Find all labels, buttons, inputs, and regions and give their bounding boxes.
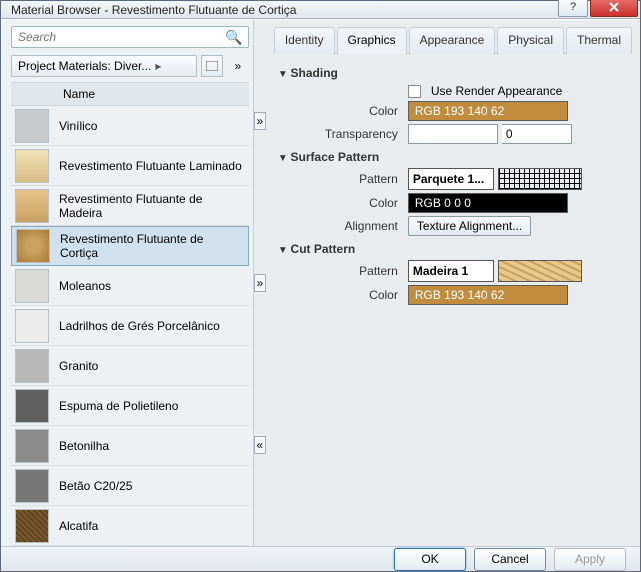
material-item[interactable]: Revestimento Flutuante Laminado	[11, 146, 249, 186]
use-render-label: Use Render Appearance	[431, 84, 562, 98]
surface-color-swatch[interactable]: RGB 0 0 0	[408, 193, 568, 213]
material-thumbnail	[15, 349, 49, 383]
shading-color-swatch[interactable]: RGB 193 140 62	[408, 101, 568, 121]
material-label: Moleanos	[59, 279, 111, 293]
material-label: Betão C20/25	[59, 479, 132, 493]
tab-physical[interactable]: Physical	[497, 27, 564, 54]
transparency-label: Transparency	[278, 127, 408, 141]
window-title: Material Browser - Revestimento Flutuant…	[11, 3, 558, 17]
material-thumbnail	[16, 229, 50, 263]
section-surface-pattern: Surface Pattern	[278, 150, 628, 164]
tab-identity[interactable]: Identity	[274, 27, 335, 54]
section-shading: Shading	[278, 66, 628, 80]
expander-handle-bottom[interactable]: «	[254, 436, 266, 454]
material-item[interactable]: Betão C20/25	[11, 466, 249, 506]
material-item[interactable]: Espuma de Polietileno	[11, 386, 249, 426]
expander-handle-mid[interactable]: »	[254, 274, 266, 292]
cut-color-swatch[interactable]: RGB 193 140 62	[408, 285, 568, 305]
surface-color-text: RGB 0 0 0	[415, 196, 471, 210]
shading-color-text: RGB 193 140 62	[415, 104, 504, 118]
material-item[interactable]: Revestimento Flutuante de Cortiça	[11, 226, 249, 266]
material-list[interactable]: Vinílico Revestimento Flutuante Laminado R…	[11, 106, 249, 546]
help-button[interactable]: ?	[558, 0, 588, 17]
cut-color-text: RGB 193 140 62	[415, 288, 504, 302]
material-label: Granito	[59, 359, 98, 373]
graphics-panel: Shading Use Render Appearance Color RGB …	[274, 54, 632, 546]
tab-appearance[interactable]: Appearance	[409, 27, 496, 54]
material-thumbnail	[15, 189, 49, 223]
cut-color-label: Color	[278, 288, 408, 302]
material-thumbnail	[15, 509, 49, 543]
material-item[interactable]: Granito	[11, 346, 249, 386]
window-buttons: ?	[558, 3, 640, 17]
material-label: Betonilha	[59, 439, 109, 453]
titlebar: Material Browser - Revestimento Flutuant…	[1, 1, 640, 19]
shading-color-label: Color	[278, 104, 408, 118]
expand-button[interactable]: »	[227, 55, 249, 77]
left-panel: 🔍 Project Materials: Diver... ▸ » Name V…	[1, 20, 254, 546]
close-button[interactable]	[590, 0, 638, 17]
chevron-right-icon: ▸	[155, 59, 161, 73]
search-icon: 🔍	[225, 29, 242, 46]
square-icon	[206, 61, 218, 71]
material-item[interactable]: Alcatifa	[11, 506, 249, 546]
material-label: Espuma de Polietileno	[59, 399, 178, 413]
material-thumbnail	[15, 269, 49, 303]
material-label: Revestimento Flutuante de Madeira	[59, 192, 245, 220]
material-thumbnail	[15, 109, 49, 143]
material-label: Ladrilhos de Grés Porcelânico	[59, 319, 220, 333]
expand-right-icon: »	[235, 59, 242, 73]
material-thumbnail	[15, 429, 49, 463]
use-render-checkbox[interactable]	[408, 85, 421, 98]
right-panel: Identity Graphics Appearance Physical Th…	[266, 20, 640, 546]
section-cut-pattern: Cut Pattern	[278, 242, 628, 256]
texture-alignment-button[interactable]: Texture Alignment...	[408, 216, 531, 236]
material-item[interactable]: Revestimento Flutuante de Madeira	[11, 186, 249, 226]
cut-pattern-label: Pattern	[278, 264, 408, 278]
alignment-label: Alignment	[278, 219, 408, 233]
material-label: Alcatifa	[59, 519, 98, 533]
project-materials-label: Project Materials: Diver...	[18, 59, 151, 73]
project-materials-row: Project Materials: Diver... ▸ »	[11, 54, 249, 78]
material-item[interactable]: Betonilha	[11, 426, 249, 466]
surface-pattern-name[interactable]: Parquete 1...	[408, 168, 494, 190]
tabs: Identity Graphics Appearance Physical Th…	[274, 26, 632, 54]
material-label: Vinílico	[59, 119, 97, 133]
material-browser-window: Material Browser - Revestimento Flutuant…	[0, 0, 641, 572]
material-thumbnail	[15, 469, 49, 503]
dialog-body: 🔍 Project Materials: Diver... ▸ » Name V…	[1, 19, 640, 546]
ok-button[interactable]: OK	[394, 548, 466, 571]
tab-thermal[interactable]: Thermal	[566, 27, 632, 54]
tab-graphics[interactable]: Graphics	[337, 27, 407, 54]
column-name-header: Name	[63, 87, 95, 101]
cut-pattern-preview[interactable]	[498, 260, 582, 282]
dialog-bottom-bar: OK Cancel Apply	[1, 546, 640, 571]
surface-pattern-preview[interactable]	[498, 168, 582, 190]
cut-pattern-name[interactable]: Madeira 1	[408, 260, 494, 282]
material-label: Revestimento Flutuante de Cortiça	[60, 232, 244, 260]
expander-column: » » «	[254, 20, 266, 546]
apply-button[interactable]: Apply	[554, 548, 626, 571]
close-icon	[608, 1, 620, 13]
material-item[interactable]: Vinílico	[11, 106, 249, 146]
material-label: Revestimento Flutuante Laminado	[59, 159, 242, 173]
material-thumbnail	[15, 389, 49, 423]
material-item[interactable]: Ladrilhos de Grés Porcelânico	[11, 306, 249, 346]
material-thumbnail	[15, 309, 49, 343]
surface-pattern-label: Pattern	[278, 172, 408, 186]
material-item[interactable]: Moleanos	[11, 266, 249, 306]
transparency-value[interactable]: 0	[502, 124, 572, 144]
project-materials-dropdown[interactable]: Project Materials: Diver... ▸	[11, 55, 197, 77]
expander-handle-top[interactable]: »	[254, 112, 266, 130]
view-toggle-button[interactable]	[201, 55, 223, 77]
list-header: Name	[11, 82, 249, 106]
search-input[interactable]	[11, 26, 249, 48]
search-wrap: 🔍	[11, 26, 249, 48]
cancel-button[interactable]: Cancel	[474, 548, 546, 571]
transparency-slider[interactable]	[408, 124, 498, 144]
surface-color-label: Color	[278, 196, 408, 210]
material-thumbnail	[15, 149, 49, 183]
